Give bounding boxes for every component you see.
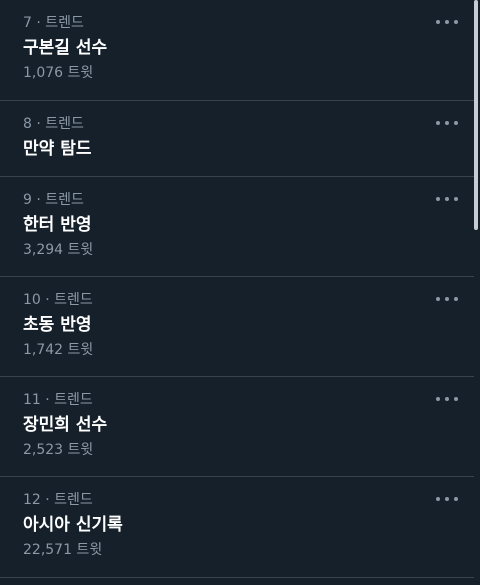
more-options-icon[interactable] [436, 293, 458, 305]
trend-title: 만약 탐드 [23, 139, 92, 159]
trend-title: 구본길 선수 [23, 38, 108, 58]
more-options-icon[interactable] [436, 393, 458, 405]
trend-tweet-count: 1,076 트윗 [23, 65, 94, 81]
trend-tweet-count: 1,742 트윗 [23, 342, 94, 358]
scrollbar-thumb[interactable] [474, 0, 478, 230]
trend-item-7[interactable]: 7 · 트렌드 구본길 선수 1,076 트윗 [0, 0, 474, 101]
trends-list: 7 · 트렌드 구본길 선수 1,076 트윗 8 · 트렌드 만약 탐드 9 … [0, 0, 480, 585]
trend-tweet-count: 3,294 트윗 [23, 242, 94, 258]
trend-tweet-count: 22,571 트윗 [23, 542, 103, 558]
trend-title: 한터 반영 [23, 215, 92, 235]
trend-title: 아시아 신기록 [23, 515, 123, 535]
trend-meta: 10 · 트렌드 [23, 292, 93, 308]
trend-meta: 11 · 트렌드 [23, 392, 93, 408]
trend-meta: 8 · 트렌드 [23, 116, 84, 132]
trend-item-8[interactable]: 8 · 트렌드 만약 탐드 [0, 101, 474, 177]
trend-title: 장민희 선수 [23, 415, 108, 435]
trend-meta: 9 · 트렌드 [23, 192, 84, 208]
trend-item-11[interactable]: 11 · 트렌드 장민희 선수 2,523 트윗 [0, 377, 474, 477]
trend-item-10[interactable]: 10 · 트렌드 초동 반영 1,742 트윗 [0, 277, 474, 377]
trend-meta: 7 · 트렌드 [23, 15, 84, 31]
more-options-icon[interactable] [436, 493, 458, 505]
trend-tweet-count: 2,523 트윗 [23, 442, 94, 458]
more-options-icon[interactable] [436, 16, 458, 28]
more-options-icon[interactable] [436, 117, 458, 129]
trend-meta: 12 · 트렌드 [23, 492, 93, 508]
trend-item-12[interactable]: 12 · 트렌드 아시아 신기록 22,571 트윗 [0, 477, 474, 578]
trend-item-9[interactable]: 9 · 트렌드 한터 반영 3,294 트윗 [0, 177, 474, 277]
more-options-icon[interactable] [436, 193, 458, 205]
trend-title: 초동 반영 [23, 315, 92, 335]
